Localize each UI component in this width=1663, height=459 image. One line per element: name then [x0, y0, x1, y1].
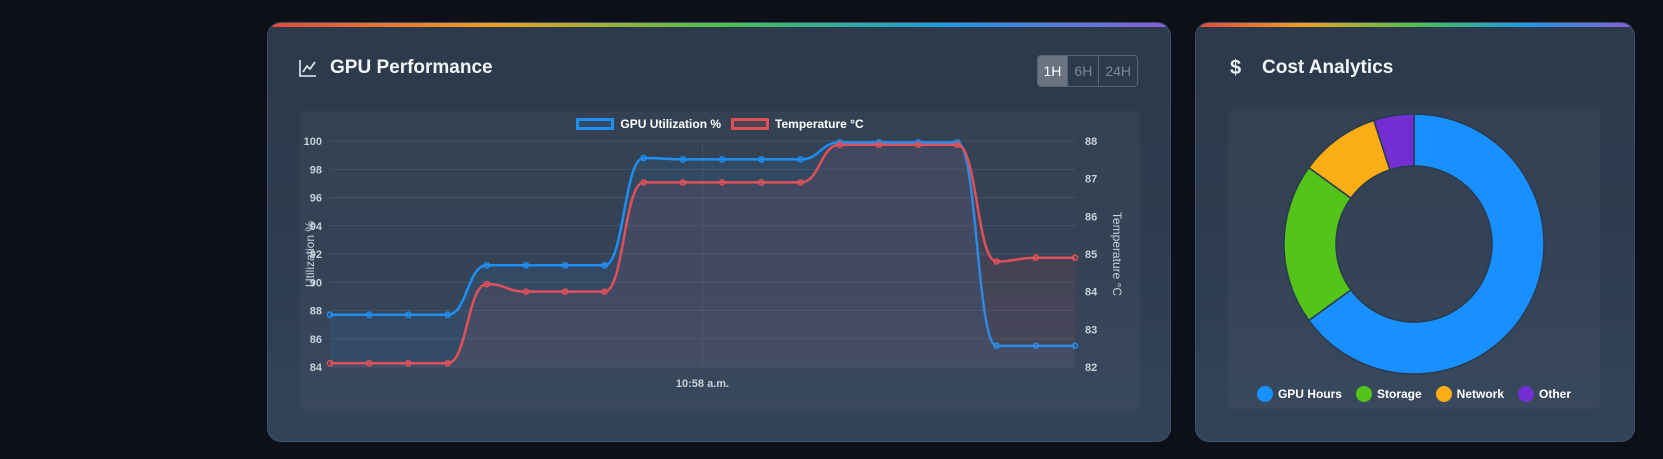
legend-label: Other — [1539, 387, 1572, 401]
legend-label: Network — [1456, 387, 1505, 401]
dollar-icon: $ — [1230, 57, 1242, 79]
line-chart-svg: 84868890929496981008283848586878810:58 a… — [303, 136, 1124, 390]
y-tick-label: 86 — [310, 334, 322, 346]
donut-legend-item-network[interactable]: Network — [1435, 386, 1505, 402]
donut-legend-item-other[interactable]: Other — [1518, 386, 1571, 402]
range-button-1h[interactable]: 1H — [1037, 56, 1068, 86]
legend-dot — [1355, 386, 1372, 402]
y2-tick-label: 82 — [1085, 362, 1097, 374]
y2-tick-label: 85 — [1085, 249, 1097, 261]
gpu-performance-title: GPU Performance — [298, 57, 493, 79]
time-range-selector: 1H 6H 24H — [1036, 55, 1138, 87]
legend-dot — [1435, 386, 1452, 402]
y-tick-label: 98 — [310, 164, 322, 176]
legend-dot — [1256, 386, 1273, 402]
legend-label: GPU Hours — [1277, 387, 1342, 401]
legend-label: Storage — [1376, 387, 1422, 401]
cost-analytics-title: $ Cost Analytics — [1230, 57, 1393, 79]
y2-tick-label: 88 — [1085, 136, 1097, 148]
line-chart-icon — [298, 58, 318, 78]
legend-dot — [1518, 386, 1535, 402]
cost-analytics-title-text: Cost Analytics — [1262, 57, 1394, 78]
gpu-performance-chart: GPU Utilization % Temperature °C 84 86 88 90… — [300, 111, 1140, 411]
y-axis-title: Utilization % — [303, 221, 317, 287]
x-tick-label: 10:58 a.m. — [676, 378, 729, 390]
donut-chart-svg — [1283, 113, 1545, 375]
donut-legend-item-storage[interactable]: Storage — [1355, 386, 1422, 402]
y-tick-label: 84 — [310, 362, 323, 374]
cost-analytics-card: $ Cost Analytics GPU Hours Storage Network… — [1195, 22, 1635, 442]
y2-tick-label: 87 — [1085, 174, 1097, 186]
gpu-performance-card: GPU Performance 1H 6H 24H GPU Utilization … — [267, 22, 1171, 442]
gpu-performance-title-text: GPU Performance — [330, 57, 493, 78]
donut-legend-item-gpu-hours[interactable]: GPU Hours — [1256, 386, 1342, 402]
cost-donut-chart: GPU Hours Storage Network Other — [1228, 109, 1600, 409]
y2-axis-title: Temperature °C — [1110, 212, 1124, 296]
y-tick-label: 88 — [310, 306, 322, 318]
y2-tick-label: 83 — [1085, 324, 1097, 336]
card-accent-bar — [268, 23, 1170, 27]
y2-tick-label: 84 — [1085, 287, 1098, 299]
y-tick-label: 100 — [304, 136, 322, 148]
range-button-24h[interactable]: 24H — [1098, 56, 1137, 86]
y-tick-label: 96 — [310, 193, 322, 205]
donut-legend: GPU Hours Storage Network Other — [1228, 386, 1600, 402]
range-button-6h[interactable]: 6H — [1067, 56, 1098, 86]
y2-tick-label: 86 — [1085, 211, 1097, 223]
card-accent-bar — [1196, 23, 1634, 27]
